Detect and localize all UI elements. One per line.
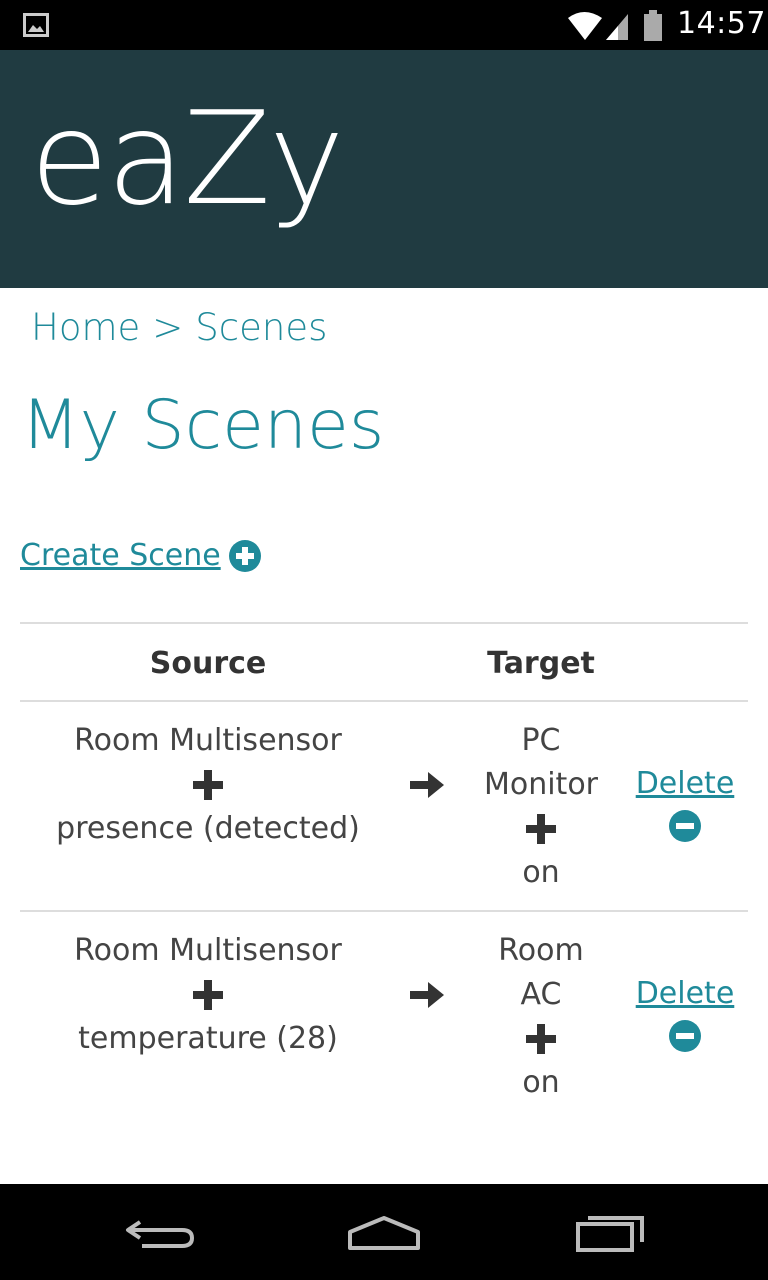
gallery-icon bbox=[23, 13, 49, 37]
delete-action[interactable]: Delete bbox=[632, 766, 738, 842]
target-device-line1: Room bbox=[498, 933, 584, 968]
breadcrumb: Home > Scenes bbox=[31, 306, 327, 349]
source-condition: presence (detected) bbox=[56, 811, 360, 846]
home-icon[interactable] bbox=[344, 1208, 424, 1256]
delete-link[interactable]: Delete bbox=[632, 766, 738, 802]
column-header-source: Source bbox=[149, 646, 267, 681]
table-row: Room Multisensor presence (detected) PC … bbox=[20, 702, 748, 912]
target-cell: PC Monitor on bbox=[472, 719, 610, 895]
arrow-right-icon bbox=[410, 772, 444, 798]
create-scene-label[interactable]: Create Scene bbox=[20, 538, 221, 573]
target-device-line2: AC bbox=[520, 977, 562, 1012]
delete-link[interactable]: Delete bbox=[632, 976, 738, 1012]
app-title: eaZy bbox=[30, 85, 345, 234]
target-action: on bbox=[522, 855, 560, 890]
arrow-right-icon bbox=[410, 982, 444, 1008]
breadcrumb-home[interactable]: Home bbox=[31, 306, 140, 349]
minus-circle-icon[interactable] bbox=[669, 810, 701, 842]
target-device-line1: PC bbox=[521, 723, 561, 758]
page-title: My Scenes bbox=[21, 386, 385, 465]
table-header: Source Target bbox=[20, 622, 748, 702]
target-cell: Room AC on bbox=[472, 929, 610, 1105]
source-cell: Room Multisensor temperature (28) bbox=[20, 929, 396, 1061]
recent-apps-icon[interactable] bbox=[572, 1208, 652, 1256]
navigation-bar bbox=[0, 1184, 768, 1280]
target-action: on bbox=[522, 1065, 560, 1100]
minus-circle-icon[interactable] bbox=[669, 1020, 701, 1052]
plus-icon bbox=[20, 763, 396, 807]
plus-circle-icon[interactable] bbox=[228, 539, 261, 572]
plus-icon bbox=[20, 973, 396, 1017]
breadcrumb-current: Scenes bbox=[195, 306, 328, 349]
target-device-line2: Monitor bbox=[483, 767, 599, 802]
wifi-icon bbox=[568, 10, 662, 41]
back-icon[interactable] bbox=[120, 1208, 200, 1256]
status-time: 14:57 bbox=[677, 6, 766, 41]
status-bar: 14:57 bbox=[0, 0, 768, 50]
plus-icon bbox=[472, 807, 610, 851]
source-cell: Room Multisensor presence (detected) bbox=[20, 719, 396, 851]
table-row: Room Multisensor temperature (28) Room A… bbox=[20, 912, 748, 1122]
source-device: Room Multisensor bbox=[74, 933, 342, 968]
plus-icon bbox=[472, 1017, 610, 1061]
source-condition: temperature (28) bbox=[78, 1021, 338, 1056]
column-header-target: Target bbox=[487, 646, 595, 681]
create-scene-link[interactable]: Create Scene bbox=[20, 538, 261, 573]
breadcrumb-separator: > bbox=[152, 306, 184, 349]
scenes-table: Source Target Room Multisensor presence … bbox=[20, 622, 748, 1122]
source-device: Room Multisensor bbox=[74, 723, 342, 758]
delete-action[interactable]: Delete bbox=[632, 976, 738, 1052]
